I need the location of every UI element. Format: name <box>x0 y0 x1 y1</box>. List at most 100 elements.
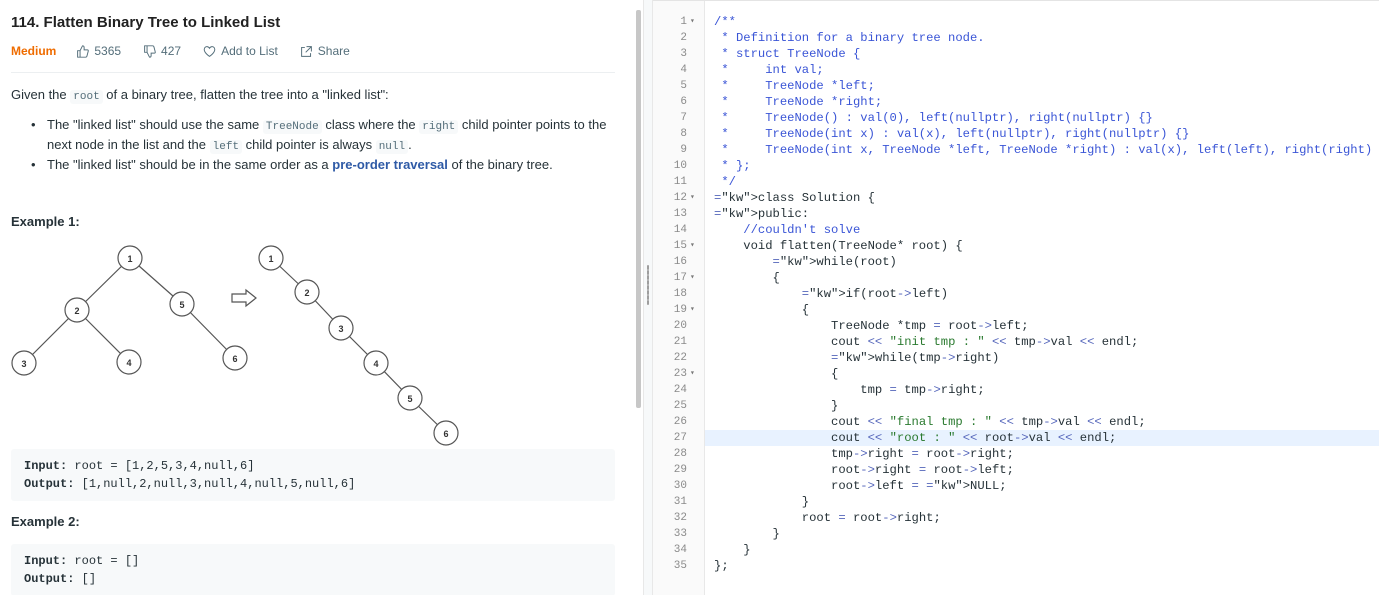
code-line[interactable]: 21 cout << "init tmp : " << tmp->val << … <box>674 334 1379 350</box>
code-text: * TreeNode(int x, TreeNode *left, TreeNo… <box>714 143 1379 157</box>
line-number: 16 <box>673 256 687 268</box>
code-line[interactable]: 18 ="kw">if(root->left) <box>674 286 1379 302</box>
svg-text:1: 1 <box>268 254 273 264</box>
code-line[interactable]: 10 * }; <box>674 158 1379 174</box>
code-text: TreeNode *tmp = root->left; <box>714 319 1029 333</box>
code-line[interactable]: 11 */ <box>674 174 1379 190</box>
like-button[interactable]: 5365 <box>76 44 121 58</box>
code-text: ="kw">public: <box>714 207 810 221</box>
code-editor[interactable]: 1 ▾/** 2 * Definition for a binary tree no… <box>653 0 1379 595</box>
example-1-title: Example 1: <box>11 214 80 229</box>
code-line[interactable]: 29 root->right = root->left; <box>674 462 1379 478</box>
tree-node: 1 <box>117 245 143 271</box>
share-icon <box>300 45 312 57</box>
line-number: 5 <box>680 80 687 92</box>
code-line[interactable]: 12 ▾ ="kw">class Solution { <box>674 190 1379 206</box>
line-number: 13 <box>673 208 687 220</box>
code-text: } <box>714 527 780 541</box>
line-number: 7 <box>680 112 687 124</box>
line-number: 26 <box>673 416 687 428</box>
pre-order-traversal-link[interactable]: pre-order traversal <box>332 157 448 172</box>
code-line[interactable]: 25 } <box>674 398 1379 414</box>
line-number: 19 <box>673 304 687 316</box>
code-line[interactable]: 1 ▾ /** <box>680 14 1379 30</box>
code-line[interactable]: 35}; <box>674 558 1379 574</box>
share-button[interactable]: Share <box>300 44 350 58</box>
drag-handle-icon[interactable] <box>647 265 649 305</box>
fold-arrow-icon[interactable]: ▾ <box>690 238 695 254</box>
svg-text:5: 5 <box>407 394 412 404</box>
code-text: } <box>714 399 839 413</box>
fold-arrow-icon[interactable]: ▾ <box>690 366 695 382</box>
code-text: * TreeNode *left; <box>714 79 875 93</box>
svg-text:4: 4 <box>373 359 378 369</box>
code-line[interactable]: 32 root = root->right; <box>674 510 1379 526</box>
code-text: root->right = root->left; <box>714 463 1014 477</box>
code-line[interactable]: 15 ▾ void flatten(TreeNode* root) { <box>674 238 1379 254</box>
code-line[interactable]: 9 * TreeNode(int x, TreeNode *left, Tree… <box>680 142 1379 158</box>
list-node: 3 <box>328 315 354 341</box>
line-number: 27 <box>673 432 687 444</box>
example-1-io: Input: root = [1,2,5,3,4,null,6] Output:… <box>11 449 615 501</box>
code-line[interactable]: 17 ▾ { <box>674 270 1379 286</box>
code-line[interactable]: 14 //couldn't solve <box>674 222 1379 238</box>
line-number: 28 <box>673 448 687 460</box>
code-line[interactable]: 6 * TreeNode *right; <box>680 94 1379 110</box>
code-text: void flatten(TreeNode* root) { <box>714 239 963 253</box>
code-line[interactable]: 34 } <box>674 542 1379 558</box>
dislike-button[interactable]: 427 <box>143 44 181 58</box>
divider <box>11 72 615 73</box>
line-number: 20 <box>673 320 687 332</box>
code-line[interactable]: 24 tmp = tmp->right; <box>674 382 1379 398</box>
panel-splitter[interactable] <box>643 0 653 595</box>
code-text: root->left = ="kw">NULL; <box>714 479 1007 493</box>
code-line[interactable]: 8 * TreeNode(int x) : val(x), left(nullp… <box>680 126 1379 142</box>
code-text: tmp = tmp->right; <box>714 383 985 397</box>
description-scrollbar[interactable] <box>636 10 641 408</box>
heart-icon <box>203 45 216 57</box>
code-line[interactable]: 7 * TreeNode() : val(0), left(nullptr), … <box>680 110 1379 126</box>
code-text: tmp->right = root->right; <box>714 447 1014 461</box>
code-text: * Definition for a binary tree node. <box>714 31 985 45</box>
code-line[interactable]: 13 ="kw">public: <box>674 206 1379 222</box>
description-panel: 114. Flatten Binary Tree to Linked List … <box>0 0 630 595</box>
code-line[interactable]: 22 ="kw">while(tmp->right) <box>674 350 1379 366</box>
code-area[interactable]: 1 ▾/** 2 * Definition for a binary tree no… <box>674 14 1379 574</box>
fold-arrow-icon[interactable]: ▾ <box>690 270 695 286</box>
code-line[interactable]: 4 * int val; <box>680 62 1379 78</box>
code-line[interactable]: 5 * TreeNode *left; <box>680 78 1379 94</box>
add-to-list-button[interactable]: Add to List <box>203 44 278 58</box>
line-number: 10 <box>673 160 687 172</box>
code-text: ="kw">class Solution { <box>714 191 875 205</box>
line-number: 25 <box>673 400 687 412</box>
tree-node: 3 <box>11 350 37 376</box>
code-line[interactable]: 3 * struct TreeNode { <box>680 46 1379 62</box>
fold-arrow-icon[interactable]: ▾ <box>690 14 695 30</box>
code-line[interactable]: 27 cout << "root : " << root->val << end… <box>674 430 1379 446</box>
difficulty-label: Medium <box>11 44 57 58</box>
code-line[interactable]: 26 cout << "final tmp : " << tmp->val <<… <box>674 414 1379 430</box>
fold-arrow-icon[interactable]: ▾ <box>690 190 695 206</box>
svg-text:1: 1 <box>127 254 132 264</box>
code-line[interactable]: 20 TreeNode *tmp = root->left; <box>674 318 1379 334</box>
inline-code: root <box>70 90 103 104</box>
code-line[interactable]: 16 ="kw">while(root) <box>674 254 1379 270</box>
code-line[interactable]: 30 root->left = ="kw">NULL; <box>674 478 1379 494</box>
list-node: 6 <box>433 420 459 446</box>
svg-text:6: 6 <box>232 354 237 364</box>
code-line[interactable]: 2 * Definition for a binary tree node. <box>680 30 1379 46</box>
fold-arrow-icon[interactable]: ▾ <box>690 302 695 318</box>
line-number: 8 <box>680 128 687 140</box>
code-line[interactable]: 33 } <box>674 526 1379 542</box>
svg-text:4: 4 <box>126 358 131 368</box>
line-number: 2 <box>680 32 687 44</box>
code-text: ="kw">if(root->left) <box>801 287 949 301</box>
code-line[interactable]: 31 } <box>674 494 1379 510</box>
output-label: Output: <box>24 477 75 491</box>
line-number: 23 <box>673 368 687 380</box>
code-line[interactable]: 28 tmp->right = root->right; <box>674 446 1379 462</box>
code-line[interactable]: 19 ▾ { <box>674 302 1379 318</box>
line-number: 32 <box>673 512 687 524</box>
code-line[interactable]: 23 ▾ { <box>674 366 1379 382</box>
line-number: 31 <box>673 496 687 508</box>
